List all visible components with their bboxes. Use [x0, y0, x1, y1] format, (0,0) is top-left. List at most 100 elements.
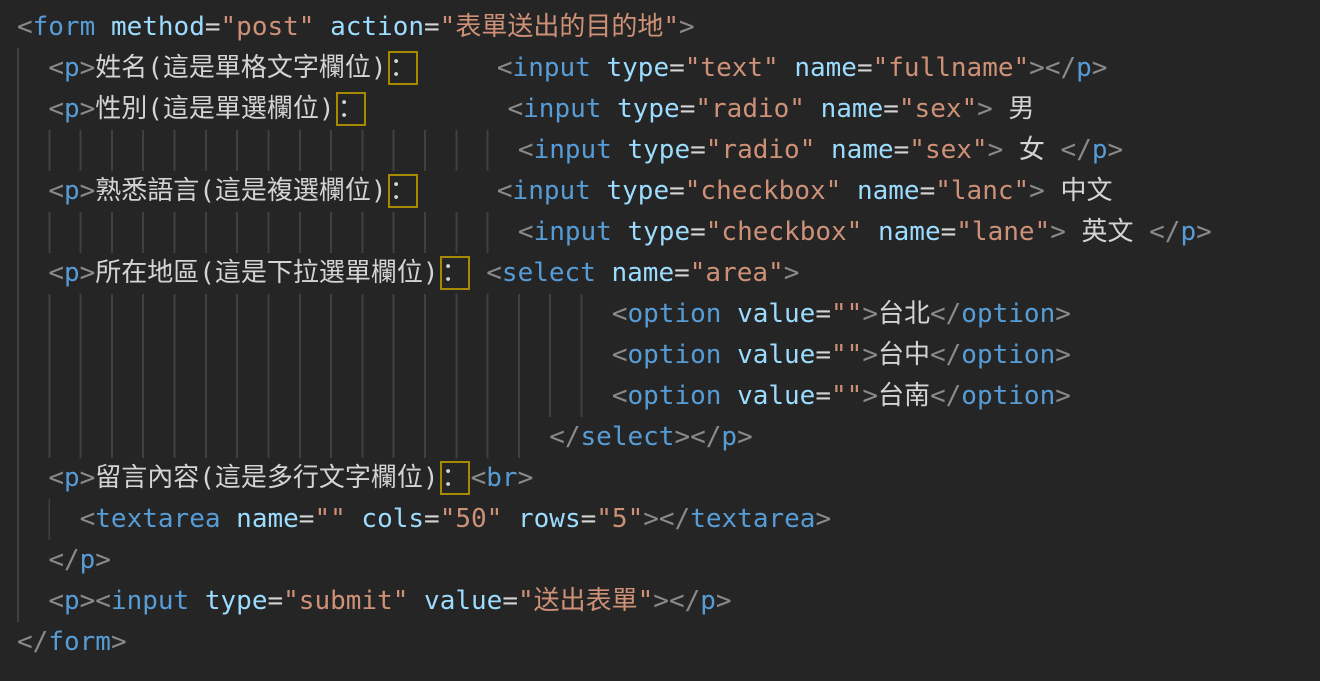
token-attr: rows: [518, 504, 581, 534]
token-txt: =: [941, 217, 957, 247]
token-txt: [805, 94, 821, 124]
token-txt: =: [690, 135, 706, 165]
token-tag: p: [64, 94, 80, 124]
token-str: "radio": [706, 135, 816, 165]
token-txt: =: [502, 586, 518, 616]
token-pun: >: [784, 258, 800, 288]
code-line[interactable]: <p>性別(這是單選欄位)： <input type="radio" name=…: [17, 89, 1320, 130]
token-txt: [17, 94, 48, 124]
code-text: </form>: [17, 627, 127, 657]
token-tag: p: [64, 258, 80, 288]
token-txt: =: [690, 217, 706, 247]
token-txt: =: [268, 586, 284, 616]
token-txt: [17, 381, 612, 411]
token-pun: >: [111, 627, 127, 657]
code-line[interactable]: </select></p>: [17, 417, 1320, 458]
code-text: </select></p>: [17, 422, 753, 452]
token-tag: input: [534, 217, 612, 247]
token-attr: action: [330, 12, 424, 42]
token-tag: option: [961, 340, 1055, 370]
token-pun: <: [471, 463, 487, 493]
token-tag: form: [48, 627, 111, 657]
code-text: <p>性別(這是單選欄位)： <input type="radio" name=…: [17, 94, 1034, 124]
unicode-highlight-colon: ：: [440, 256, 470, 290]
token-pun: >: [1108, 135, 1124, 165]
token-pun: >: [737, 422, 753, 452]
code-text: <option value="">台中</option>: [17, 340, 1071, 370]
token-txt: [17, 53, 48, 83]
code-line[interactable]: <form method="post" action="表單送出的目的地">: [17, 7, 1320, 48]
code-text: <p>姓名(這是單格文字欄位)： <input type="text" name…: [17, 53, 1107, 83]
token-pun: <: [508, 94, 524, 124]
token-tag: option: [627, 340, 721, 370]
token-txt: [601, 94, 617, 124]
token-pun: >: [1092, 53, 1108, 83]
token-str: "text": [685, 53, 779, 83]
token-txt: 台南: [878, 381, 930, 411]
code-line[interactable]: <option value="">台南</option>: [17, 376, 1320, 417]
token-txt: [841, 176, 857, 206]
code-line[interactable]: <p>留言內容(這是多行文字欄位)：<br>: [17, 458, 1320, 499]
token-tag: input: [534, 135, 612, 165]
token-pun: <: [518, 135, 534, 165]
token-txt: [721, 340, 737, 370]
token-txt: 所在地區(這是下拉選單欄位): [95, 258, 438, 288]
code-text: <input type="radio" name="sex"> 女 </p>: [17, 135, 1123, 165]
token-txt: [502, 504, 518, 534]
token-tag: p: [700, 586, 716, 616]
code-line[interactable]: <p>熟悉語言(這是複選欄位)： <input type="checkbox" …: [17, 171, 1320, 212]
code-editor[interactable]: <form method="post" action="表單送出的目的地"> <…: [0, 0, 1320, 663]
token-txt: [95, 12, 111, 42]
code-text: <form method="post" action="表單送出的目的地">: [17, 12, 695, 42]
token-txt: [17, 463, 48, 493]
token-txt: 留言內容(這是多行文字欄位): [95, 463, 438, 493]
token-txt: =: [581, 504, 597, 534]
token-txt: 性別(這是單選欄位): [95, 94, 334, 124]
token-tag: br: [486, 463, 517, 493]
token-pun: <: [80, 504, 96, 534]
token-txt: [612, 135, 628, 165]
token-attr: name: [236, 504, 299, 534]
token-txt: [408, 586, 424, 616]
code-line[interactable]: <textarea name="" cols="50" rows="5"></t…: [17, 499, 1320, 540]
token-pun: ></: [643, 504, 690, 534]
token-txt: =: [920, 176, 936, 206]
token-attr: type: [606, 176, 669, 206]
token-pun: >: [679, 12, 695, 42]
token-attr: type: [628, 217, 691, 247]
code-line[interactable]: <option value="">台北</option>: [17, 294, 1320, 335]
token-pun: </: [1061, 135, 1092, 165]
token-pun: >: [862, 340, 878, 370]
code-line[interactable]: <option value="">台中</option>: [17, 335, 1320, 376]
token-txt: 中文: [1045, 176, 1113, 206]
code-line[interactable]: <p>所在地區(這是下拉選單欄位)： <select name="area">: [17, 253, 1320, 294]
token-pun: ></: [674, 422, 721, 452]
token-txt: [17, 504, 80, 534]
code-text: <option value="">台南</option>: [17, 381, 1071, 411]
token-str: "送出表單": [518, 586, 653, 616]
token-txt: =: [815, 299, 831, 329]
token-tag: p: [64, 463, 80, 493]
token-str: "sex": [899, 94, 977, 124]
code-line[interactable]: </form>: [17, 622, 1320, 663]
token-txt: =: [669, 176, 685, 206]
token-txt: =: [205, 12, 221, 42]
token-txt: [596, 258, 612, 288]
token-pun: <: [48, 463, 64, 493]
token-pun: </: [930, 299, 961, 329]
token-pun: >: [1050, 217, 1066, 247]
token-pun: ><: [80, 586, 111, 616]
token-pun: >: [862, 381, 878, 411]
code-text: </p>: [17, 545, 111, 575]
code-line[interactable]: <p>姓名(這是單格文字欄位)： <input type="text" name…: [17, 48, 1320, 89]
code-line[interactable]: <input type="radio" name="sex"> 女 </p>: [17, 130, 1320, 171]
token-pun: </: [930, 340, 961, 370]
token-pun: >: [862, 299, 878, 329]
token-txt: =: [815, 340, 831, 370]
code-line[interactable]: </p>: [17, 540, 1320, 581]
token-str: "sex": [909, 135, 987, 165]
code-text: <p>熟悉語言(這是複選欄位)： <input type="checkbox" …: [17, 176, 1112, 206]
token-txt: =: [424, 12, 440, 42]
code-line[interactable]: <input type="checkbox" name="lane"> 英文 <…: [17, 212, 1320, 253]
code-line[interactable]: <p><input type="submit" value="送出表單"></p…: [17, 581, 1320, 622]
